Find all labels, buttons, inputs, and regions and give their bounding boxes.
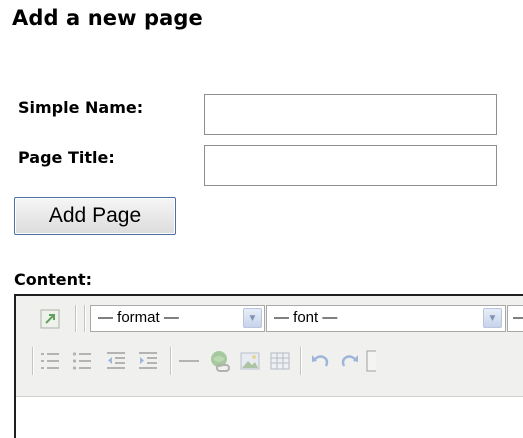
indent-icon[interactable] (136, 349, 160, 373)
toolbar-separator (84, 305, 85, 332)
editor-toolbar: — format — ▼ — font — ▼ — (16, 296, 523, 397)
image-icon[interactable] (238, 349, 262, 373)
font-select[interactable]: — font — ▼ (266, 305, 506, 332)
toolbar-separator (170, 347, 171, 375)
add-page-button[interactable]: Add Page (14, 197, 176, 235)
link-icon[interactable] (207, 349, 231, 373)
outdent-icon[interactable] (104, 349, 128, 373)
font-select-value: — font — (274, 309, 338, 326)
unordered-list-icon[interactable] (70, 349, 94, 373)
add-page-form: Add a new page Simple Name: Page Title: … (0, 0, 523, 438)
size-select-value: — (513, 309, 523, 326)
toolbar-row-1: — format — ▼ — font — ▼ — (16, 296, 523, 336)
format-select-value: — format — (98, 309, 179, 326)
redo-icon[interactable] (338, 349, 362, 373)
content-editor: — format — ▼ — font — ▼ — (14, 294, 523, 438)
toolbar-button-edge[interactable] (366, 349, 376, 373)
content-label: Content: (14, 270, 93, 289)
toolbar-row-2 (16, 340, 523, 380)
chevron-down-icon[interactable]: ▼ (483, 308, 502, 328)
page-title-input[interactable] (204, 145, 497, 186)
editor-text-area[interactable] (16, 397, 523, 438)
page-title-label: Page Title: (18, 148, 115, 167)
popout-icon[interactable] (38, 307, 62, 331)
simple-name-input[interactable] (204, 94, 497, 135)
size-select[interactable]: — (507, 305, 523, 332)
simple-name-label: Simple Name: (18, 98, 144, 117)
format-select[interactable]: — format — ▼ (90, 305, 265, 332)
toolbar-separator (32, 347, 33, 375)
ordered-list-icon[interactable] (38, 349, 62, 373)
chevron-down-icon[interactable]: ▼ (243, 308, 262, 328)
page-title: Add a new page (12, 6, 203, 30)
undo-icon[interactable] (308, 349, 332, 373)
toolbar-separator (300, 347, 301, 375)
toolbar-separator (75, 305, 76, 332)
table-icon[interactable] (268, 349, 292, 373)
horizontal-rule-icon[interactable] (177, 349, 201, 373)
